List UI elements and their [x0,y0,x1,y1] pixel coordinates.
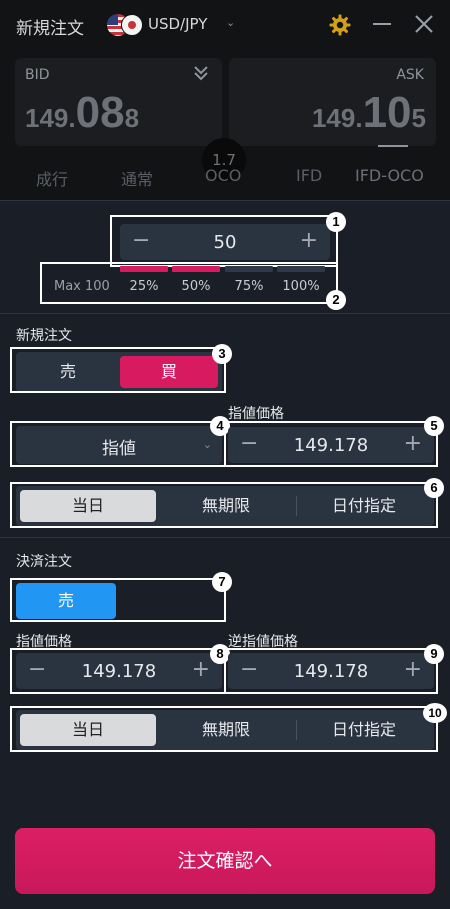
ask-label: ASK [396,67,424,83]
callout-badge-6: 6 [424,478,444,498]
callout-badge-7: 7 [212,572,232,592]
currency-pair-selector[interactable]: USD/JPY [148,15,207,33]
confirm-order-button[interactable]: 注文確認へ [15,828,435,894]
highlight-box-10 [10,706,438,752]
tab-oco[interactable]: OCO [205,166,241,185]
limit-price-label: 指値価格 [228,406,284,422]
bid-quote-card[interactable]: BID 149.088 [15,58,222,146]
percent-bar-75[interactable] [225,266,273,272]
tab-ifd-oco[interactable]: IFD-OCO [355,166,424,185]
highlight-box-3 [10,347,226,393]
callout-badge-5: 5 [424,416,444,436]
title-bar: 新規注文 USD/JPY ⌄ [0,0,450,50]
section-divider [0,537,450,538]
window-title: 新規注文 [16,19,84,39]
ask-price: 149.105 [311,88,426,137]
callout-badge-10: 10 [423,703,447,723]
callout-badge-9: 9 [424,644,444,664]
section-divider [0,313,450,314]
double-chevron-down-icon [194,66,208,81]
settlement-section-title: 決済注文 [16,554,72,570]
callout-badge-1: 1 [326,212,346,232]
highlight-box-7 [10,578,226,622]
order-type-tabs: 成行 通常 OCO IFD IFD-OCO [0,166,450,200]
quote-panel: BID 149.088 ASK 149.105 1.7 成行 通常 OCO IF… [0,50,450,200]
highlight-box-1 [110,215,338,267]
callout-badge-2: 2 [326,290,346,310]
currency-pair-flags-icon [107,14,145,36]
bid-label: BID [25,67,50,83]
highlight-box-9 [224,648,438,694]
tab-market[interactable]: 成行 [36,166,68,190]
percent-bar-100[interactable] [277,266,325,272]
chevron-down-icon[interactable]: ⌄ [226,16,235,29]
new-order-section-title: 新規注文 [16,328,72,344]
close-icon[interactable] [412,12,436,36]
highlight-box-6 [10,482,438,528]
bid-price: 149.088 [25,88,140,137]
percent-label-75[interactable]: 75% [225,279,273,294]
highlight-box-5 [224,421,438,467]
japan-flag-icon [121,14,143,36]
percent-label-50[interactable]: 50% [172,279,220,294]
percent-label-25[interactable]: 25% [120,279,168,294]
percent-bar-50[interactable] [172,266,220,272]
active-tab-indicator [378,145,408,147]
gear-icon[interactable] [328,13,352,37]
tab-normal[interactable]: 通常 [121,166,153,190]
ask-quote-card[interactable]: ASK 149.105 [229,58,436,146]
percent-bar-25[interactable] [120,266,168,272]
highlight-box-4 [10,421,226,467]
tab-ifd[interactable]: IFD [296,166,322,185]
max-quantity-label: Max 100 [54,279,110,294]
callout-badge-3: 3 [212,344,232,364]
minimize-icon[interactable] [370,12,394,36]
percent-label-100[interactable]: 100% [277,279,325,294]
highlight-box-8 [10,648,226,694]
